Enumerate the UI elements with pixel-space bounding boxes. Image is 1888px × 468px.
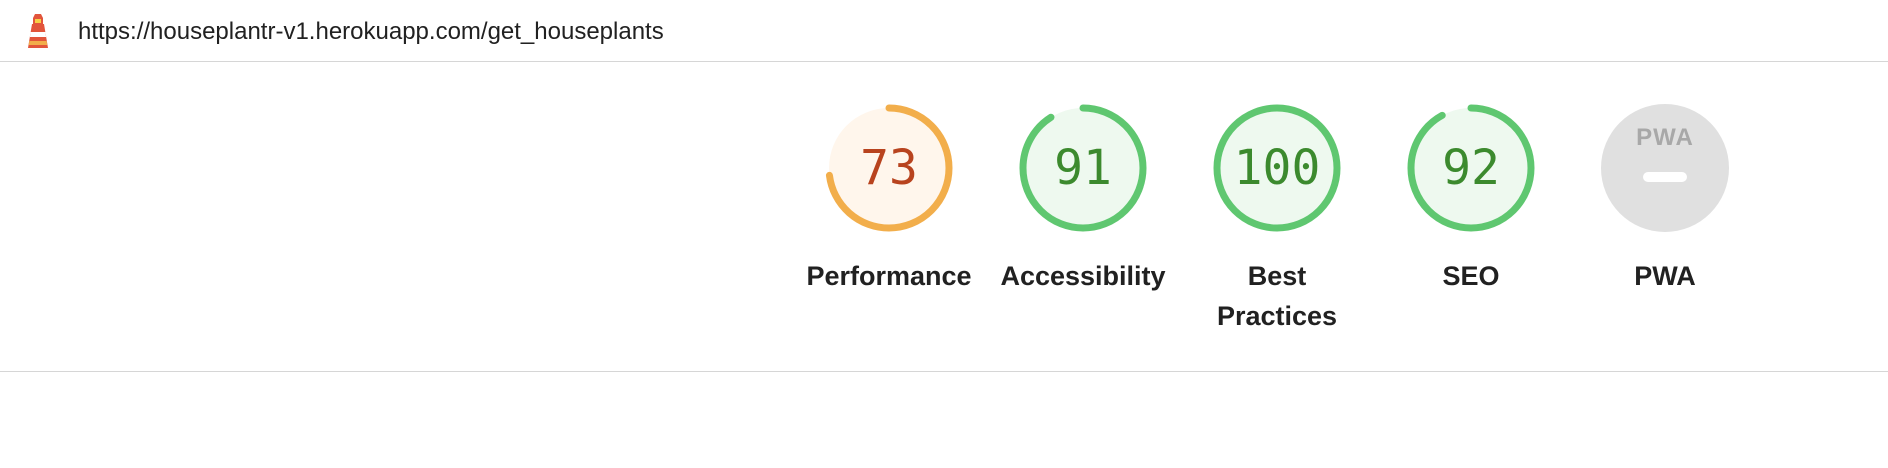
pwa-na-dash-icon [1643,172,1687,182]
gauge-score: 73 [860,140,918,196]
gauge-accessibility[interactable]: 91 Accessibility [993,102,1173,296]
gauge-label: SEO [1442,261,1500,291]
gauge-label: PWA [1634,261,1696,291]
gauge-ring: 100 [1211,102,1343,234]
report-header: https://houseplantr-v1.herokuapp.com/get… [0,0,1888,62]
pwa-badge-icon: PWA [1636,124,1694,151]
gauge-label: Best Practices [1216,261,1338,331]
score-gauges: 73 Performance 91 Accessibility 100 Best… [0,62,1888,372]
gauge-performance[interactable]: 73 Performance [799,102,979,296]
gauge-best-practices[interactable]: 100 Best Practices [1187,102,1367,336]
gauge-seo[interactable]: 92 SEO [1381,102,1561,296]
gauge-ring: 92 [1405,102,1537,234]
gauge-score: 91 [1054,140,1112,196]
gauge-score: 92 [1442,140,1500,196]
lighthouse-icon [28,14,48,48]
gauge-label: Performance [806,261,972,291]
gauge-pwa[interactable]: PWA PWA [1575,102,1755,296]
gauge-ring: PWA [1599,102,1731,234]
page-url[interactable]: https://houseplantr-v1.herokuapp.com/get… [78,17,664,47]
gauge-label: Accessibility [1000,261,1166,291]
gauge-score: 100 [1233,140,1321,196]
gauge-ring: 73 [823,102,955,234]
gauge-ring: 91 [1017,102,1149,234]
